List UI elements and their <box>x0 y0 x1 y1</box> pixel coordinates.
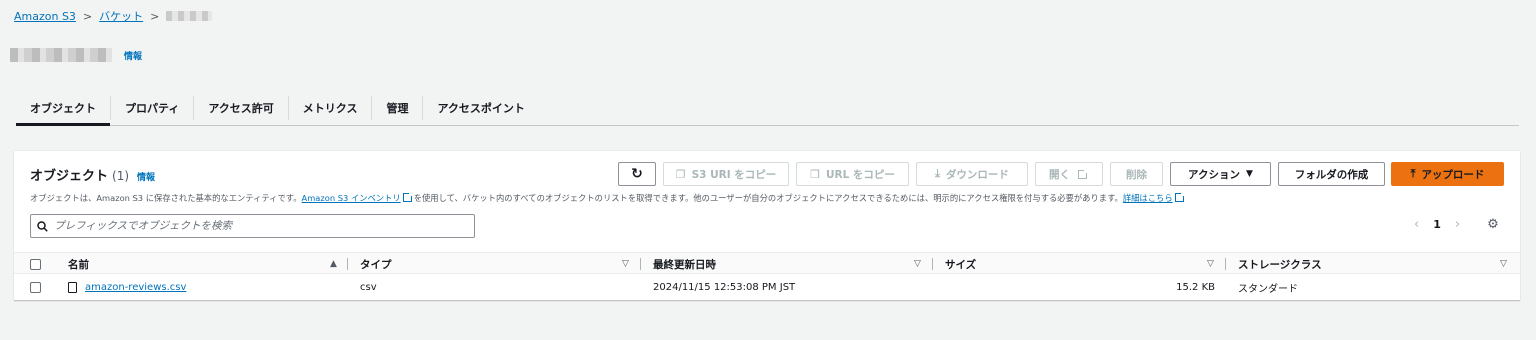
tab-management[interactable]: 管理 <box>371 95 422 120</box>
copy-url-label: URL をコピー <box>825 168 895 181</box>
copy-icon: ❐ <box>810 167 820 181</box>
column-header-last-modified[interactable]: 最終更新日時 <box>653 253 716 275</box>
inventory-link[interactable]: Amazon S3 インベントリ <box>302 193 401 203</box>
copy-s3-uri-button[interactable]: ❐ S3 URI をコピー <box>663 162 789 186</box>
select-all-checkbox[interactable] <box>30 258 41 270</box>
download-label: ダウンロード <box>945 168 1009 181</box>
column-divider <box>1225 253 1226 275</box>
s3-bucket-page: Amazon S3 > バケット > 情報 オブジェクト プロパティ アクセス許… <box>0 0 1536 340</box>
copy-icon: ❐ <box>675 167 686 181</box>
pagination: ‹ 1 › <box>1414 217 1460 232</box>
caret-down-icon: ▼ <box>1246 169 1253 179</box>
breadcrumb-separator: > <box>150 9 160 23</box>
breadcrumb: Amazon S3 > バケット > <box>14 8 213 24</box>
column-divider <box>347 253 348 275</box>
refresh-button[interactable]: ↻ <box>618 162 656 186</box>
sort-ascending-icon[interactable]: ▲ <box>330 253 337 275</box>
column-divider <box>932 253 933 275</box>
upload-button[interactable]: ⤒ アップロード <box>1391 162 1504 186</box>
create-folder-label: フォルダの作成 <box>1294 168 1369 181</box>
delete-button[interactable]: 削除 <box>1110 162 1163 186</box>
external-link-icon <box>1078 169 1088 179</box>
objects-info-link[interactable]: 情報 <box>137 170 155 183</box>
create-folder-button[interactable]: フォルダの作成 <box>1278 162 1385 186</box>
object-last-modified: 2024/11/15 12:53:08 PM JST <box>653 281 796 293</box>
breadcrumb-amazon-s3[interactable]: Amazon S3 <box>14 10 76 23</box>
sort-icon[interactable]: ▽ <box>914 253 921 275</box>
column-header-type[interactable]: タイプ <box>360 253 392 275</box>
open-label: 開く <box>1049 168 1070 181</box>
next-page-button[interactable]: › <box>1455 217 1460 232</box>
object-name-link[interactable]: amazon-reviews.csv <box>85 282 186 293</box>
objects-panel-header: オブジェクト (1) 情報 <box>30 165 155 184</box>
search-icon <box>37 220 48 232</box>
objects-count: (1) <box>112 169 130 183</box>
external-link-icon <box>402 192 413 202</box>
tab-metrics[interactable]: メトリクス <box>287 95 372 120</box>
column-header-size[interactable]: サイズ <box>945 253 976 275</box>
object-name-cell: amazon-reviews.csv <box>68 276 186 298</box>
object-storage-class: スタンダード <box>1238 283 1298 295</box>
upload-icon: ⤒ <box>1410 167 1416 180</box>
sort-icon[interactable]: ▽ <box>1207 253 1214 275</box>
tab-properties[interactable]: プロパティ <box>110 95 193 120</box>
refresh-icon: ↻ <box>631 166 643 182</box>
column-header-name[interactable]: 名前 <box>68 253 89 275</box>
sort-icon[interactable]: ▽ <box>1500 253 1507 275</box>
table-row: amazon-reviews.csv csv 2024/11/15 12:53:… <box>14 276 1520 298</box>
tab-objects[interactable]: オブジェクト <box>16 90 110 126</box>
open-button[interactable]: 開く <box>1035 162 1103 186</box>
external-link-icon <box>1174 192 1185 202</box>
column-header-storage-class[interactable]: ストレージクラス <box>1238 253 1322 275</box>
download-button[interactable]: ⤓ ダウンロード <box>916 162 1028 186</box>
object-type: csv <box>360 281 377 293</box>
desc-prefix: オブジェクトは、Amazon S3 に保存された基本的なエンティティです。 <box>30 193 302 203</box>
page-title: 情報 <box>10 48 142 62</box>
page-number[interactable]: 1 <box>1433 218 1441 231</box>
tab-access-points[interactable]: アクセスポイント <box>422 95 538 120</box>
row-select-cell <box>30 276 41 298</box>
select-all-cell <box>30 253 41 275</box>
table-header: 名前 ▲ タイプ ▽ 最終更新日時 ▽ サイズ ▽ ストレージクラス ▽ <box>14 252 1520 274</box>
tab-permissions[interactable]: アクセス許可 <box>193 95 287 120</box>
desc-middle: を使用して、バケット内のすべてのオブジェクトのリストを取得できます。他のユーザー… <box>413 193 1123 203</box>
info-link[interactable]: 情報 <box>124 49 142 62</box>
row-checkbox[interactable] <box>30 281 41 293</box>
objects-title: オブジェクト <box>30 169 109 184</box>
sort-icon[interactable]: ▽ <box>622 253 629 275</box>
breadcrumb-bucket-redacted[interactable] <box>166 11 213 21</box>
search-input[interactable] <box>54 220 454 232</box>
copy-s3-uri-label: S3 URI をコピー <box>691 168 777 181</box>
file-icon <box>68 281 77 293</box>
actions-dropdown[interactable]: アクション ▼ <box>1170 162 1271 186</box>
delete-label: 削除 <box>1126 168 1147 181</box>
copy-url-button[interactable]: ❐ URL をコピー <box>796 162 909 186</box>
gear-icon[interactable]: ⚙ <box>1486 218 1500 232</box>
search-box <box>30 214 475 238</box>
learn-more-link[interactable]: 詳細はこちら <box>1123 193 1173 203</box>
breadcrumb-buckets[interactable]: バケット <box>99 8 143 24</box>
actions-label: アクション <box>1188 168 1241 181</box>
prev-page-button[interactable]: ‹ <box>1414 217 1419 232</box>
breadcrumb-separator: > <box>82 9 93 23</box>
objects-description: オブジェクトは、Amazon S3 に保存された基本的なエンティティです。Ama… <box>30 192 1186 204</box>
download-icon: ⤓ <box>935 167 940 180</box>
tab-bar: オブジェクト プロパティ アクセス許可 メトリクス 管理 アクセスポイント <box>16 90 1519 126</box>
column-divider <box>640 253 641 275</box>
bucket-name-redacted <box>10 48 112 62</box>
object-size: 15.2 KB <box>1176 281 1215 293</box>
upload-label: アップロード <box>1421 168 1485 181</box>
